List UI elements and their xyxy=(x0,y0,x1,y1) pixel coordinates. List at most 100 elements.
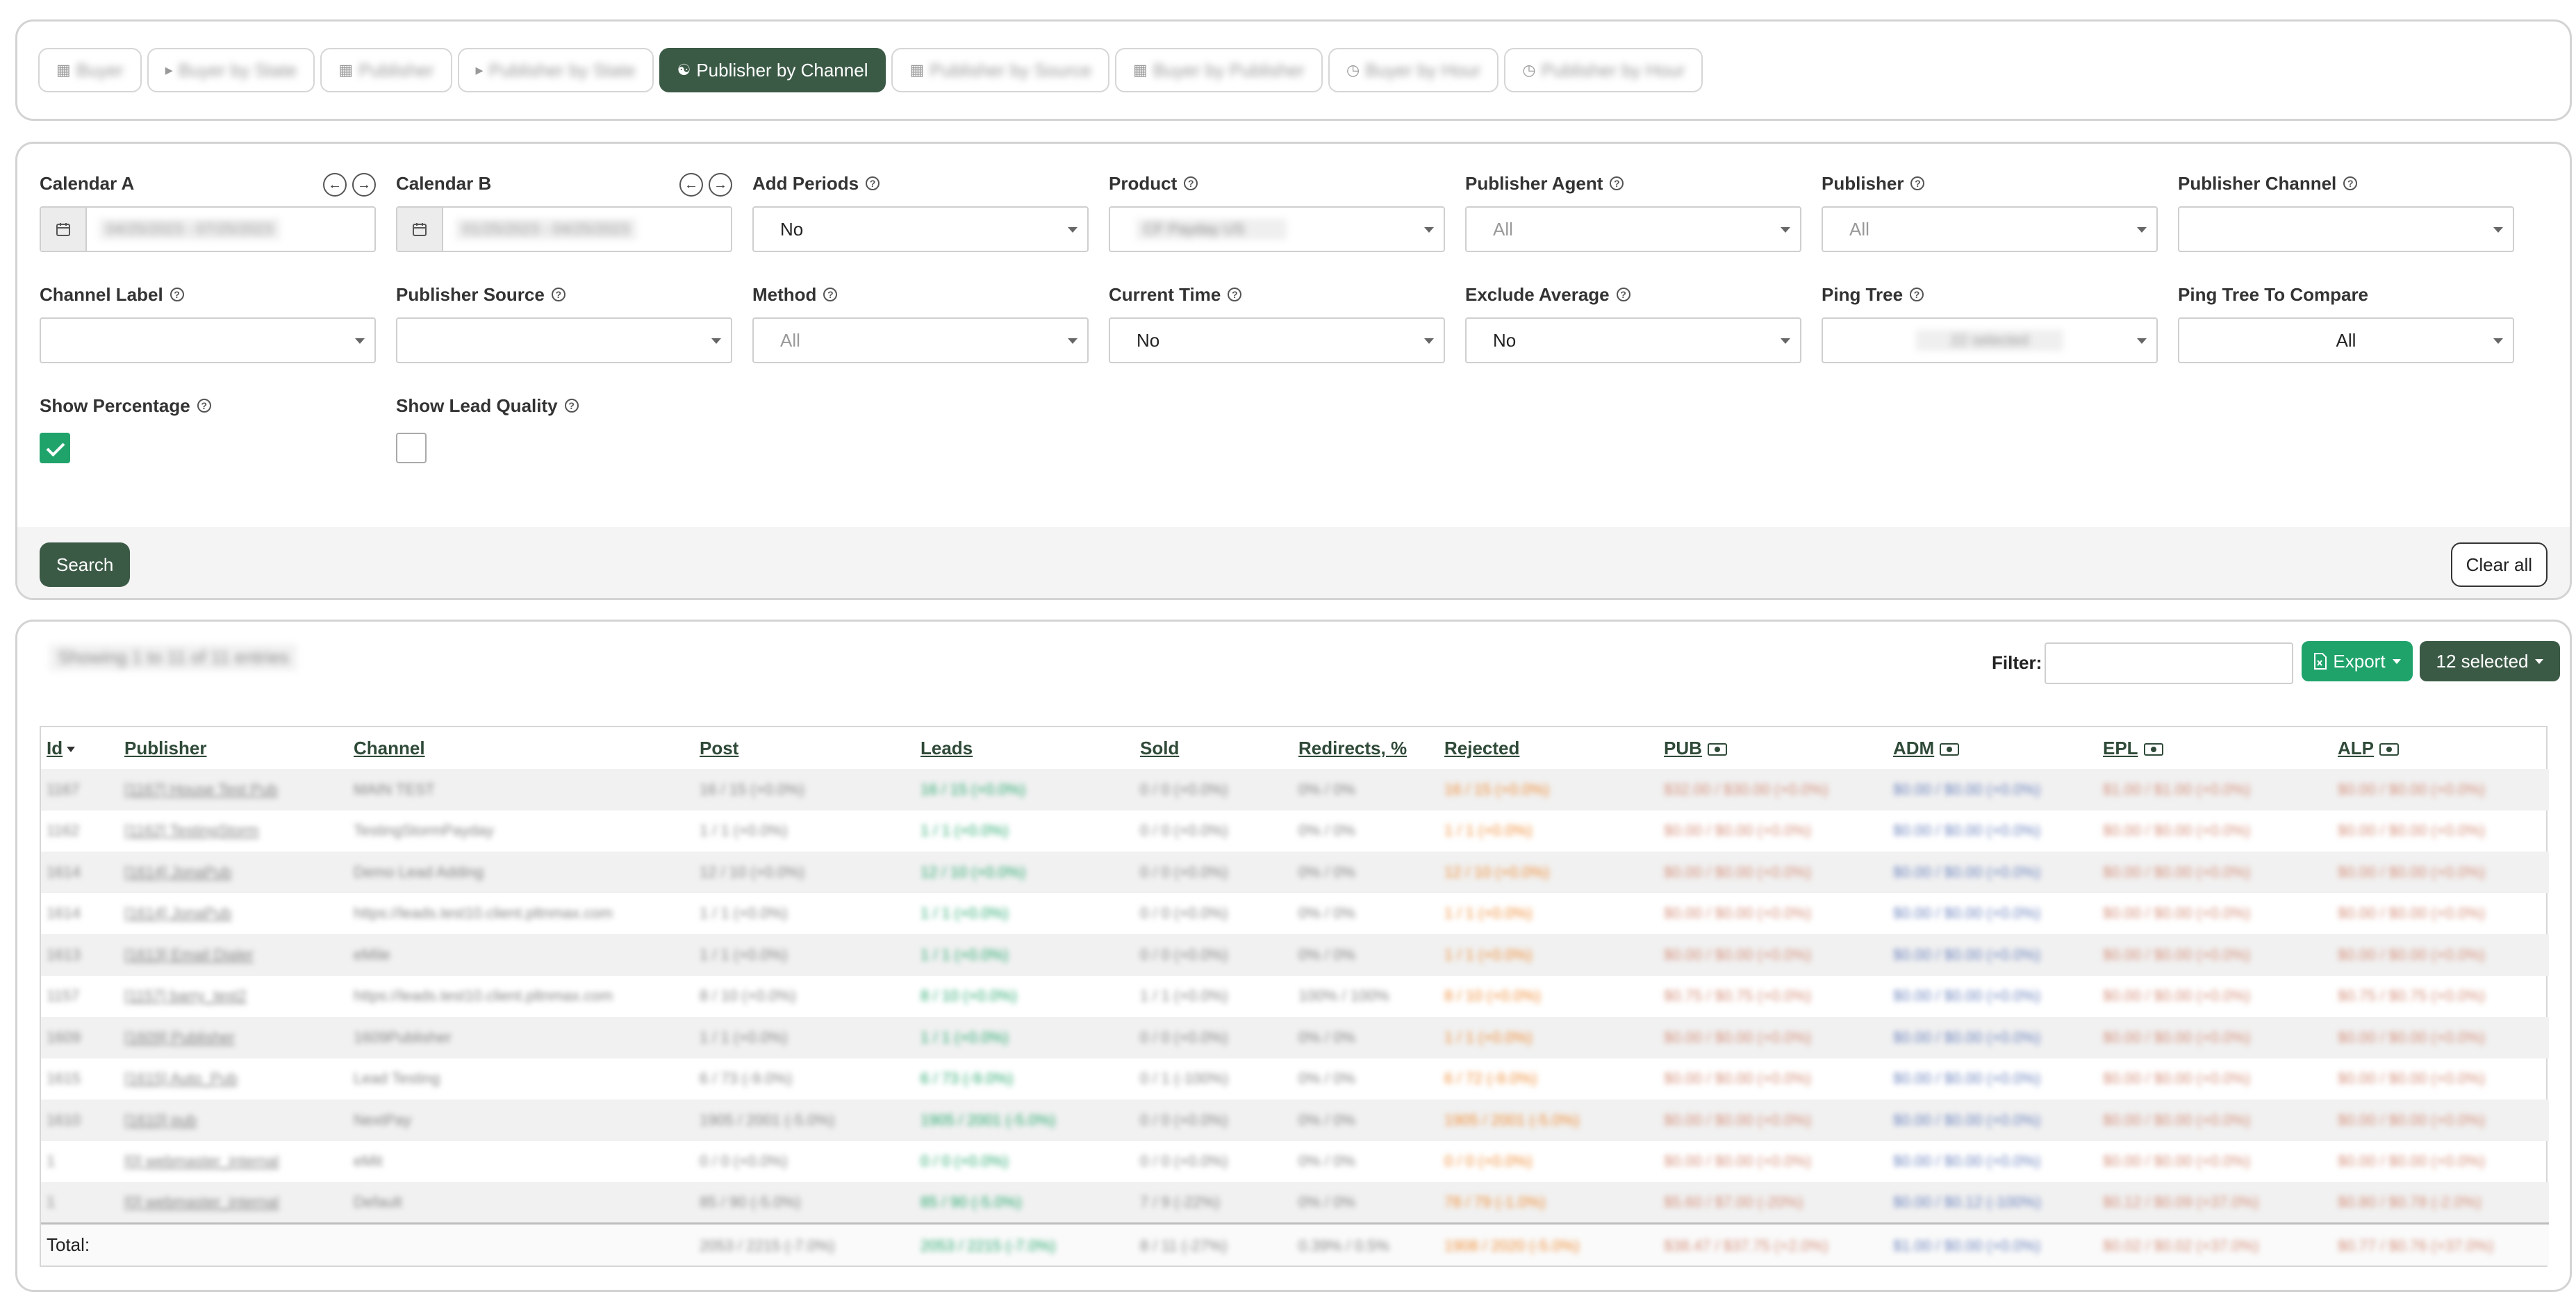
tab-publisher[interactable]: ▦ Publisher xyxy=(320,48,452,92)
method-select[interactable]: All xyxy=(752,317,1089,363)
publisher-link[interactable]: [1613] Email Dialer xyxy=(124,946,254,964)
column-header-epl[interactable]: EPL xyxy=(2097,727,2332,769)
table-cell: $0.00 / $0.00 (+0.0%) xyxy=(2097,1017,2332,1059)
column-header-post[interactable]: Post xyxy=(694,727,915,769)
tab-icon: ◷ xyxy=(1522,61,1536,78)
tab-publisher-by-hour[interactable]: ◷ Publisher by Hour xyxy=(1504,48,1703,92)
channel-label-select[interactable] xyxy=(40,317,376,363)
cell-value: $0.00 / $0.00 (+0.0%) xyxy=(1664,1028,1812,1046)
export-label: Export xyxy=(2333,650,2386,672)
column-header-label: Publisher xyxy=(124,737,207,758)
tab-publisher-by-state[interactable]: ▸ Publisher by State xyxy=(457,48,654,92)
calendar-b-input[interactable]: 01/25/2023 - 04/25/2023 xyxy=(396,206,732,252)
tab-label: Publisher by Channel xyxy=(696,59,868,81)
search-button[interactable]: Search xyxy=(40,542,131,587)
cell-value: Lead Testing xyxy=(354,1070,440,1088)
column-header-label: Post xyxy=(700,737,739,758)
column-header-pub[interactable]: PUB xyxy=(1658,727,1888,769)
ping-tree-select[interactable]: 22 selected xyxy=(1822,317,2158,363)
column-header-leads[interactable]: Leads xyxy=(915,727,1134,769)
column-header-redirects[interactable]: Redirects, % xyxy=(1293,727,1439,769)
filter-input[interactable] xyxy=(2045,642,2293,684)
publisher-link[interactable]: [1609] Publisher xyxy=(124,1029,235,1047)
publisher-link[interactable]: [1162] TestingStorm xyxy=(124,822,259,840)
table-cell[interactable]: [1615] Auto_Pub xyxy=(119,1059,348,1100)
calendar-b-next-icon[interactable]: → xyxy=(709,173,732,197)
tab-publisher-by-channel[interactable]: ☯ Publisher by Channel xyxy=(659,48,886,92)
publisher-channel-select[interactable] xyxy=(2178,206,2514,252)
column-header-channel[interactable]: Channel xyxy=(348,727,694,769)
publisher-link[interactable]: [1157] barry_test2 xyxy=(124,987,247,1005)
column-header-adm[interactable]: ADM xyxy=(1888,727,2097,769)
column-header-id[interactable]: Id xyxy=(41,727,119,769)
table-cell[interactable]: [1609] Publisher xyxy=(119,1017,348,1059)
table-cell[interactable]: [1157] barry_test2 xyxy=(119,976,348,1018)
table-cell[interactable]: [0] webmaster_internal xyxy=(119,1141,348,1183)
table-cell[interactable]: [1610] pub xyxy=(119,1099,348,1141)
calendar-b-prev-icon[interactable]: ← xyxy=(679,173,703,197)
cell-value: 1 / 1 (+0.0%) xyxy=(700,945,788,963)
exclude-average-select[interactable]: No xyxy=(1465,317,1801,363)
column-header-alp[interactable]: ALP xyxy=(2332,727,2549,769)
table-cell[interactable]: [1162] TestingStorm xyxy=(119,811,348,852)
tab-buyer-by-state[interactable]: ▸ Buyer by State xyxy=(147,48,315,92)
channel-label-field: Channel Label? xyxy=(40,283,376,363)
publisher-link[interactable]: [0] webmaster_internal xyxy=(124,1193,279,1211)
table-cell: 0% / 0% xyxy=(1293,852,1439,893)
publisher-link[interactable]: [1615] Auto_Pub xyxy=(124,1070,238,1088)
ping-tree-compare-select[interactable]: All xyxy=(2178,317,2514,363)
table-cell: 1167 xyxy=(41,769,119,811)
table-row: 1614 [1614] JonaPub Demo Lead Adding 12 / 1… xyxy=(41,852,2549,893)
clear-all-button[interactable]: Clear all xyxy=(2450,542,2548,587)
cell-value: NextPay xyxy=(354,1111,412,1129)
show-percentage-checkbox[interactable] xyxy=(40,433,70,463)
columns-selected-button[interactable]: 12 selected xyxy=(2420,641,2560,681)
publisher-source-select[interactable] xyxy=(396,317,732,363)
calendar-a-prev-icon[interactable]: ← xyxy=(323,173,347,197)
table-cell[interactable]: [1614] JonaPub xyxy=(119,893,348,935)
publisher-select[interactable]: All xyxy=(1822,206,2158,252)
tab-buyer-by-publisher[interactable]: ▦ Buyer by Publisher xyxy=(1114,48,1323,92)
publisher-link[interactable]: [1167] House Test Pub xyxy=(124,781,278,799)
table-cell[interactable]: [0] webmaster_internal xyxy=(119,1182,348,1224)
column-header-rejected[interactable]: Rejected xyxy=(1439,727,1658,769)
total-cell: 0.39% / 0.5% xyxy=(1293,1222,1439,1265)
tab-buyer[interactable]: ▦ Buyer xyxy=(38,48,142,92)
help-icon: ? xyxy=(197,399,211,413)
cell-value: $0.00 / $0.12 (-100%) xyxy=(1893,1193,2041,1211)
current-time-select[interactable]: No xyxy=(1109,317,1445,363)
tab-publisher-by-source[interactable]: ▦ Publisher by Source xyxy=(891,48,1109,92)
cell-value: $0.00 / $0.00 (+0.0%) xyxy=(2103,1111,2251,1129)
total-cell: $0.02 / $0.02 (+37.0%) xyxy=(2097,1222,2332,1265)
cell-value: $0.00 / $0.00 (+0.0%) xyxy=(1893,987,2041,1005)
table-cell[interactable]: [1167] House Test Pub xyxy=(119,769,348,811)
publisher-link[interactable]: [0] webmaster_internal xyxy=(124,1152,279,1170)
table-cell: $0.00 / $0.00 (+0.0%) xyxy=(1888,1017,2097,1059)
column-header-publisher[interactable]: Publisher xyxy=(119,727,348,769)
table-cell: 1 / 1 (+0.0%) xyxy=(694,1017,915,1059)
cell-value: https://leads.test10.client.pltnmax.com xyxy=(354,987,613,1005)
publisher-agent-placeholder: All xyxy=(1493,218,1513,240)
show-lead-quality-checkbox[interactable] xyxy=(396,433,427,463)
tab-buyer-by-hour[interactable]: ◷ Buyer by Hour xyxy=(1328,48,1499,92)
publisher-link[interactable]: [1614] JonaPub xyxy=(124,904,231,922)
table-cell: 0 / 0 (+0.0%) xyxy=(1134,852,1293,893)
calendar-a-input[interactable]: 04/25/2023 - 07/25/2023 xyxy=(40,206,376,252)
product-select[interactable]: CF Payday US xyxy=(1109,206,1445,252)
calendar-a-next-icon[interactable]: → xyxy=(352,173,376,197)
export-button[interactable]: Export xyxy=(2302,641,2413,681)
cell-value: 1 / 1 (+0.0%) xyxy=(700,1028,788,1046)
help-icon: ? xyxy=(1184,176,1198,190)
table-cell[interactable]: [1613] Email Dialer xyxy=(119,934,348,976)
publisher-link[interactable]: [1610] pub xyxy=(124,1111,197,1129)
total-value: 8 / 11 (-27%) xyxy=(1140,1236,1228,1254)
table-cell[interactable]: [1614] JonaPub xyxy=(119,852,348,893)
add-periods-select[interactable]: No xyxy=(752,206,1089,252)
table-cell: $0.00 / $0.00 (+0.0%) xyxy=(2097,1141,2332,1183)
publisher-agent-select[interactable]: All xyxy=(1465,206,1801,252)
column-header-sold[interactable]: Sold xyxy=(1134,727,1293,769)
publisher-link[interactable]: [1614] JonaPub xyxy=(124,863,231,881)
table-cell: $0.00 / $0.00 (+0.0%) xyxy=(2097,893,2332,935)
help-icon: ? xyxy=(2343,176,2358,190)
cell-value: 1 / 1 (+0.0%) xyxy=(1140,987,1228,1005)
